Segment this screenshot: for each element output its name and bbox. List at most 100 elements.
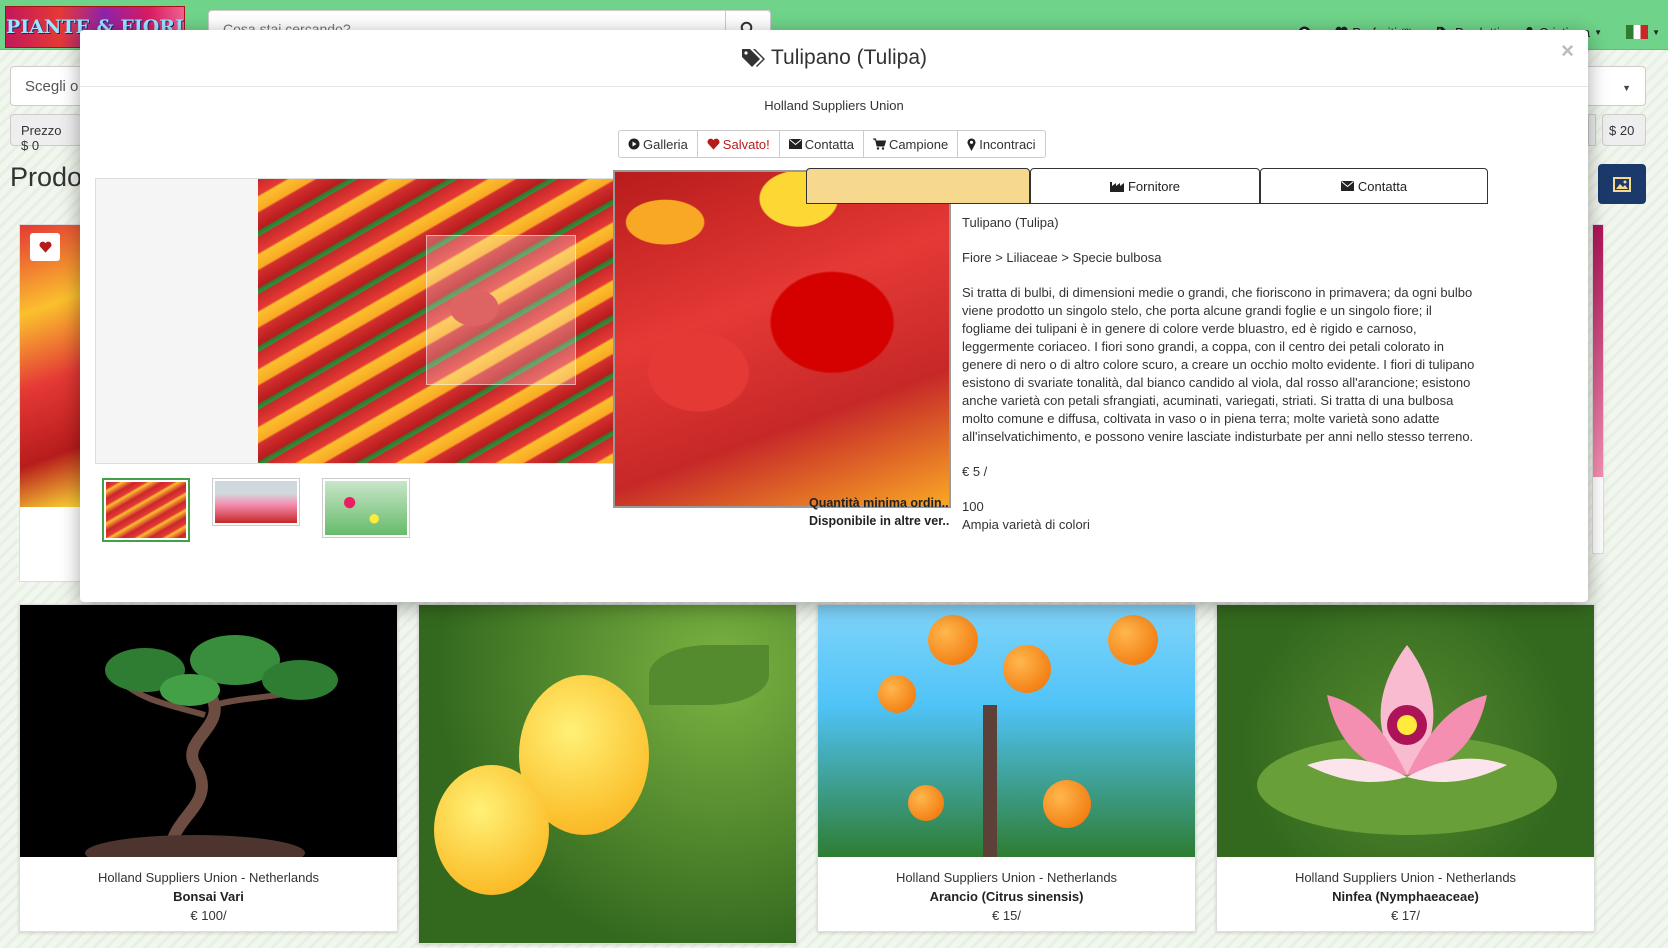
product-price: € 5 / bbox=[962, 464, 988, 479]
tab-supplier[interactable]: Fornitore bbox=[1030, 168, 1260, 204]
gallery-button[interactable]: Galleria bbox=[618, 130, 698, 158]
saved-button[interactable]: Salvato! bbox=[696, 130, 780, 158]
tab-supplier-label: Fornitore bbox=[1127, 178, 1181, 194]
image-view-button[interactable] bbox=[1598, 164, 1646, 204]
action-buttons: Galleria Salvato! Contatta Campione Inco… bbox=[618, 130, 1046, 158]
sample-label: Campione bbox=[888, 136, 949, 152]
product-description: Si tratta di bulbi, di dimensioni medie … bbox=[962, 285, 1475, 444]
caret-down-icon: ▼ bbox=[1652, 27, 1660, 37]
bonsai-photo bbox=[20, 605, 397, 857]
modal-title-text: Tulipano (Tulipa) bbox=[770, 46, 927, 69]
saved-label: Salvato! bbox=[722, 136, 770, 152]
orange-fruit bbox=[1108, 615, 1158, 665]
tulip-rows-thumbnail bbox=[215, 481, 297, 523]
orange-fruit bbox=[1003, 645, 1051, 693]
product-card[interactable] bbox=[418, 604, 797, 944]
tulip-photo bbox=[20, 225, 80, 507]
zoom-lens[interactable] bbox=[426, 235, 576, 385]
product-supplier: Holland Suppliers Union - Netherlands bbox=[895, 870, 1118, 885]
shopping-cart-icon bbox=[872, 138, 886, 150]
image-gallery[interactable] bbox=[95, 178, 617, 464]
price-filter-max-label: $ 20 bbox=[1609, 123, 1635, 138]
contact-label: Contatta bbox=[804, 136, 854, 152]
product-details: Tulipano (Tulipa) Fiore > Liliaceae > Sp… bbox=[962, 214, 1482, 534]
sample-button[interactable]: Campione bbox=[862, 130, 959, 158]
product-price: € 15/ bbox=[992, 908, 1021, 923]
chevron-down-icon: ▼ bbox=[1594, 27, 1603, 37]
product-info: Holland Suppliers Union - Netherlands Bo… bbox=[20, 857, 397, 925]
product-name: Ninfea (Nymphaeaceae) bbox=[1332, 889, 1479, 904]
orange-fruit bbox=[1043, 780, 1091, 828]
meet-button[interactable]: Incontraci bbox=[957, 130, 1046, 158]
envelope-icon bbox=[788, 139, 802, 149]
price-filter-max[interactable]: $ 20 bbox=[1602, 114, 1646, 146]
caret-down-icon: ▼ bbox=[1622, 83, 1631, 93]
price-filter-min[interactable]: Prezzo $ 0 bbox=[10, 114, 82, 153]
product-price: € 17/ bbox=[1391, 908, 1420, 923]
product-name: Arancio (Citrus sinensis) bbox=[929, 889, 1084, 904]
tab-product[interactable] bbox=[806, 168, 1030, 204]
tulip-field-thumbnail bbox=[106, 482, 186, 538]
lemon-fruit bbox=[434, 765, 549, 895]
product-modal: × Tulipano (Tulipa) Holland Suppliers Un… bbox=[80, 30, 1588, 602]
product-supplier: Holland Suppliers Union - Netherlands bbox=[97, 870, 320, 885]
map-marker-icon bbox=[967, 137, 976, 151]
tab-contact[interactable]: Contatta bbox=[1260, 168, 1488, 204]
product-card[interactable]: Holland Suppliers Union - Netherlands Bo… bbox=[19, 604, 398, 932]
product-card[interactable]: Holland Suppliers Union - Netherlands Ni… bbox=[1216, 604, 1595, 932]
thumbnail[interactable] bbox=[212, 478, 300, 526]
envelope-icon bbox=[1340, 181, 1354, 191]
thumbnail[interactable] bbox=[102, 478, 190, 542]
category-select-value: Scegli o bbox=[25, 78, 79, 95]
product-name: Bonsai Vari bbox=[173, 889, 244, 904]
italy-flag-icon bbox=[1626, 25, 1649, 39]
tags-icon bbox=[741, 49, 765, 67]
product-supplier: Holland Suppliers Union - Netherlands bbox=[1294, 870, 1517, 885]
product-category: Fiore > Liliaceae > Specie bulbosa bbox=[962, 250, 1162, 265]
price-slider-edge bbox=[1588, 114, 1596, 146]
product-info: Holland Suppliers Union - Netherlands Ni… bbox=[1217, 857, 1594, 925]
thumbnail-strip bbox=[102, 478, 410, 542]
flower-photo bbox=[1593, 225, 1603, 477]
product-grid: Holland Suppliers Union - Netherlands Bo… bbox=[19, 604, 1599, 944]
other-versions-label: Disponibile in altre ver... bbox=[809, 514, 949, 528]
mixed-tulips-thumbnail bbox=[325, 481, 407, 535]
contact-button[interactable]: Contatta bbox=[778, 130, 864, 158]
product-card[interactable]: Holland Suppliers Union - Netherlands Ar… bbox=[817, 604, 1196, 932]
language-menu[interactable]: ▼ bbox=[1626, 25, 1660, 39]
bonsai-illustration bbox=[85, 635, 338, 857]
divider bbox=[80, 86, 1588, 87]
min-quantity-label: Quantità minima ordin... bbox=[809, 496, 949, 510]
thumbnail[interactable] bbox=[322, 478, 410, 538]
page-title: Prodo bbox=[10, 162, 83, 192]
water-lily-photo bbox=[1217, 605, 1594, 857]
tree-trunk bbox=[983, 705, 997, 857]
image-icon bbox=[1613, 176, 1631, 192]
meet-label: Incontraci bbox=[979, 136, 1036, 152]
orange-fruit bbox=[928, 615, 978, 665]
favorite-toggle[interactable] bbox=[30, 233, 60, 261]
heart-icon bbox=[707, 138, 720, 150]
water-lily-illustration bbox=[1257, 645, 1557, 835]
other-versions-value: Ampia varietà di colori bbox=[962, 517, 1090, 532]
detail-tabs: Fornitore Contatta bbox=[806, 168, 1488, 204]
gallery-label: Galleria bbox=[643, 136, 688, 152]
heart-icon bbox=[38, 241, 52, 253]
product-card-peek-right[interactable] bbox=[1592, 224, 1604, 554]
product-price: € 100/ bbox=[190, 908, 227, 923]
leaf bbox=[649, 645, 769, 705]
price-filter-min-label: Prezzo $ 0 bbox=[21, 123, 62, 153]
product-card-peek[interactable] bbox=[19, 224, 81, 582]
product-name: Tulipano (Tulipa) bbox=[962, 215, 1059, 230]
min-quantity-value: 100 bbox=[962, 499, 984, 514]
zoom-preview bbox=[613, 170, 951, 508]
industry-icon bbox=[1109, 182, 1124, 192]
play-circle-icon bbox=[628, 138, 640, 150]
detail-labels: Quantità minima ordin... Disponibile in … bbox=[809, 494, 949, 530]
orange-tree-photo bbox=[818, 605, 1195, 857]
supplier-name: Holland Suppliers Union bbox=[764, 98, 904, 113]
product-info: Holland Suppliers Union - Netherlands Ar… bbox=[818, 857, 1195, 925]
tab-contact-label: Contatta bbox=[1357, 178, 1408, 194]
orange-fruit bbox=[908, 785, 944, 821]
lemon-photo bbox=[419, 605, 796, 943]
